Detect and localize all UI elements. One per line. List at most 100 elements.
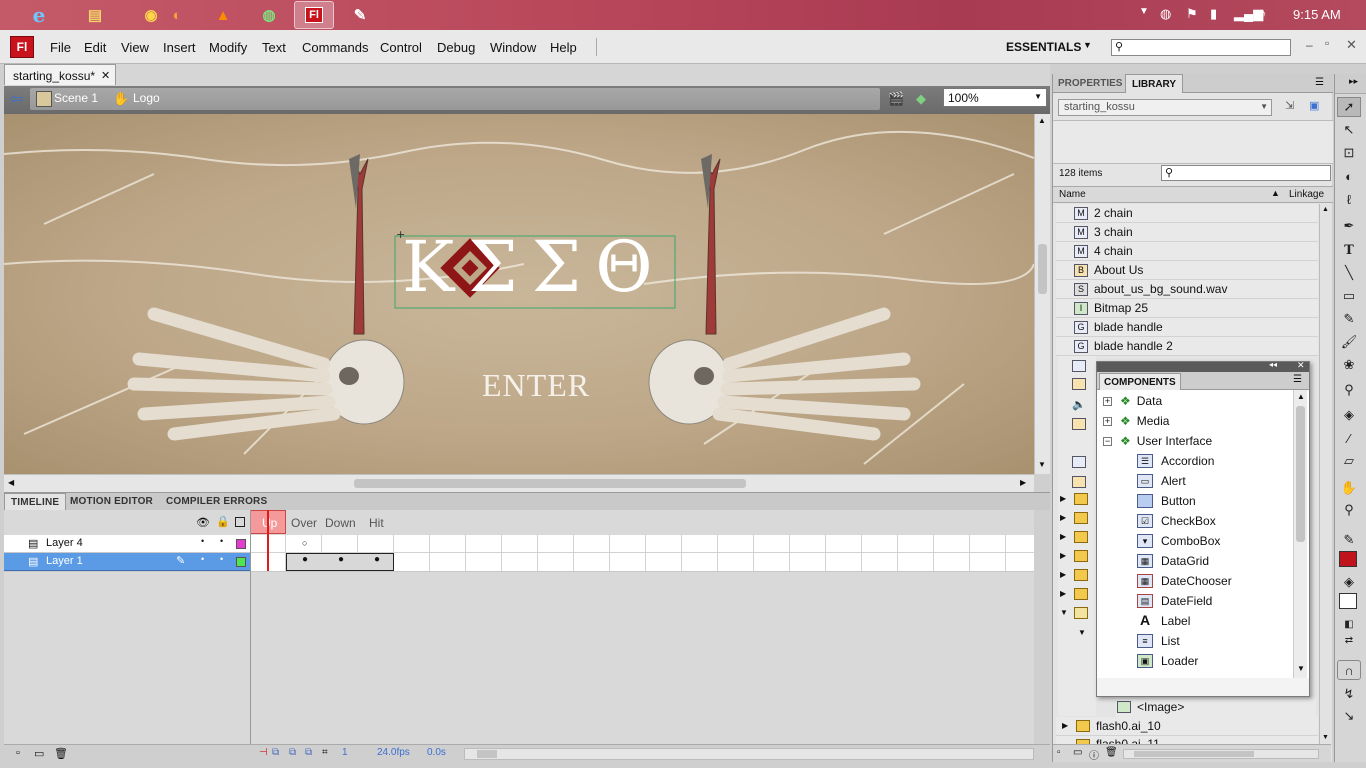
network-globe-icon[interactable]: ◍ [1160, 6, 1171, 22]
smooth-icon[interactable]: ↯ [1337, 684, 1361, 704]
tab-library[interactable]: LIBRARY [1125, 74, 1184, 93]
expand-arrow-icon[interactable]: ▶ [1062, 721, 1068, 730]
collapse-arrow-icon[interactable]: ▼ [1060, 608, 1068, 617]
tree-group-media[interactable]: + ❖ Media [1103, 411, 1169, 431]
component-datechooser[interactable]: ▦ DateChooser [1137, 571, 1232, 591]
subselection-tool-icon[interactable]: ↖ [1337, 120, 1361, 140]
lock-dot[interactable]: • [220, 554, 223, 564]
library-search-input[interactable]: ⚲ [1161, 165, 1331, 181]
zoom-tool-icon[interactable]: ⚲ [1337, 500, 1361, 520]
back-arrow-icon[interactable]: ⇦ [10, 89, 23, 109]
library-item[interactable]: Gblade handle [1056, 318, 1318, 337]
close-panel-icon[interactable]: ✕ [1297, 360, 1305, 371]
rectangle-tool-icon[interactable]: ▭ [1337, 286, 1361, 306]
keyframe-dot[interactable]: ● [338, 554, 344, 565]
library-item[interactable]: <Image> [1116, 698, 1316, 717]
menu-help[interactable]: Help [550, 40, 577, 55]
library-item[interactable]: M 3 chain [1056, 223, 1318, 242]
visibility-dot[interactable]: • [201, 554, 204, 564]
minimize-button[interactable]: – [1306, 38, 1313, 52]
menu-commands[interactable]: Commands [302, 40, 368, 55]
enter-button-text[interactable]: ENTER [482, 367, 590, 404]
keyframe-dot[interactable]: ● [374, 554, 380, 565]
frame-label-down[interactable]: Down [325, 516, 356, 530]
modify-markers-icon[interactable]: ⌗ [322, 747, 328, 758]
stroke-color-swatch[interactable] [1339, 551, 1357, 567]
expand-icon[interactable]: + [1103, 396, 1112, 406]
layer-color-swatch[interactable] [236, 539, 246, 549]
tray-expand-icon[interactable]: ▼ [1139, 6, 1149, 17]
scroll-down-icon[interactable]: ▼ [1322, 734, 1329, 741]
clock[interactable]: 9:15 AM [1293, 7, 1341, 22]
tab-timeline[interactable]: TIMELINE [4, 493, 67, 510]
expand-arrow-icon[interactable]: ▶ [1060, 532, 1066, 541]
text-tool-icon[interactable]: T [1337, 240, 1361, 260]
empty-keyframe[interactable]: ○ [302, 538, 307, 548]
onion-outlines-icon[interactable]: ⧉ [289, 747, 296, 758]
sort-icon[interactable]: ▲ [1271, 188, 1280, 198]
tab-components[interactable]: COMPONENTS [1099, 373, 1181, 390]
library-item[interactable]: Sabout_us_bg_sound.wav [1056, 280, 1318, 299]
menu-window[interactable]: Window [490, 40, 536, 55]
close-button[interactable]: ✕ [1346, 37, 1357, 53]
frame-rate[interactable]: 24.0fps [377, 747, 410, 758]
close-tab-icon[interactable]: ✕ [101, 69, 110, 82]
paint-bucket-tool-icon[interactable]: ◈ [1337, 405, 1361, 425]
menu-edit[interactable]: Edit [84, 40, 106, 55]
scroll-thumb[interactable] [354, 479, 746, 488]
components-scrollbar[interactable]: ▲ ▼ [1293, 390, 1307, 678]
delete-layer-icon[interactable]: 🗑 [54, 747, 68, 760]
component-label-item[interactable]: A Label [1137, 611, 1190, 631]
delete-icon[interactable]: 🗑 [1105, 747, 1118, 758]
breadcrumb-symbol[interactable]: Logo [133, 91, 160, 105]
menu-view[interactable]: View [121, 40, 149, 55]
help-search-input[interactable]: ⚲ [1111, 39, 1291, 56]
expand-arrow-icon[interactable]: ▶ [1060, 513, 1066, 522]
explorer-taskbar-button[interactable]: ▤ [68, 1, 122, 29]
library-select[interactable]: starting_kossu ▼ [1058, 99, 1272, 116]
scroll-down-icon[interactable]: ▼ [1038, 460, 1046, 469]
layer-row-4[interactable]: ▤ Layer 4 • • [4, 535, 250, 553]
new-folder-icon[interactable]: ▭ [34, 747, 44, 760]
tree-group-user-interface[interactable]: − ❖ User Interface [1103, 431, 1212, 451]
line-tool-icon[interactable]: ╲ [1337, 263, 1361, 283]
new-layer-icon[interactable]: ▫ [16, 747, 20, 759]
snap-to-objects-icon[interactable]: ∩ [1337, 660, 1361, 680]
globe-taskbar-button[interactable]: ◍ [242, 1, 296, 29]
signal-icon[interactable]: ▂▄▆ [1234, 6, 1263, 22]
tree-group-data[interactable]: + ❖ Data [1103, 391, 1162, 411]
ie-taskbar-button[interactable]: e [12, 1, 66, 29]
scroll-up-icon[interactable]: ▲ [1297, 392, 1305, 401]
expand-arrow-icon[interactable]: ▶ [1060, 551, 1066, 560]
frame-row-layer-4[interactable] [250, 535, 1034, 553]
onion-skin-icon[interactable]: ⧉ [272, 747, 279, 758]
frame-label-hit[interactable]: Hit [369, 516, 384, 530]
pin-library-icon[interactable]: ⇲ [1285, 99, 1294, 112]
eye-icon[interactable]: 👁 [196, 516, 210, 529]
center-frame-icon[interactable]: ⊣ [259, 747, 268, 758]
scroll-right-icon[interactable]: ▶ [1020, 478, 1026, 487]
expand-icon[interactable]: + [1103, 416, 1112, 426]
component-alert[interactable]: ▭ Alert [1137, 471, 1186, 491]
workspace-switcher[interactable]: ESSENTIALS [1006, 40, 1081, 54]
paint-taskbar-button[interactable]: ✎ [340, 1, 380, 29]
keyframe-dot[interactable]: ● [302, 554, 308, 565]
fill-color-swatch[interactable] [1339, 593, 1357, 609]
scroll-up-icon[interactable]: ▲ [1322, 206, 1329, 213]
3d-rotation-tool-icon[interactable]: ◐ [1337, 166, 1361, 186]
current-frame[interactable]: 1 [342, 747, 348, 758]
new-symbol-icon[interactable]: ▫ [1057, 747, 1061, 758]
component-combobox[interactable]: ▾ ComboBox [1137, 531, 1220, 551]
edit-multiple-frames-icon[interactable]: ⧉ [305, 747, 312, 758]
breadcrumb-scene[interactable]: Scene 1 [54, 91, 98, 105]
layer-name[interactable]: Layer 4 [46, 537, 83, 549]
eyedropper-tool-icon[interactable]: ⁄ [1337, 428, 1361, 448]
free-transform-tool-icon[interactable]: ⊡ [1337, 143, 1361, 163]
collapse-panel-icon[interactable]: ◂◂ [1269, 360, 1277, 369]
component-list[interactable]: ≡ List [1137, 631, 1180, 651]
component-button[interactable]: Button [1137, 491, 1196, 511]
pencil-tool-icon[interactable]: ✎ [1337, 309, 1361, 329]
library-horizontal-scrollbar[interactable] [1123, 749, 1319, 759]
menu-insert[interactable]: Insert [163, 40, 196, 55]
layer-row-1[interactable]: ▤ Layer 1 ✎ • • [4, 553, 250, 571]
